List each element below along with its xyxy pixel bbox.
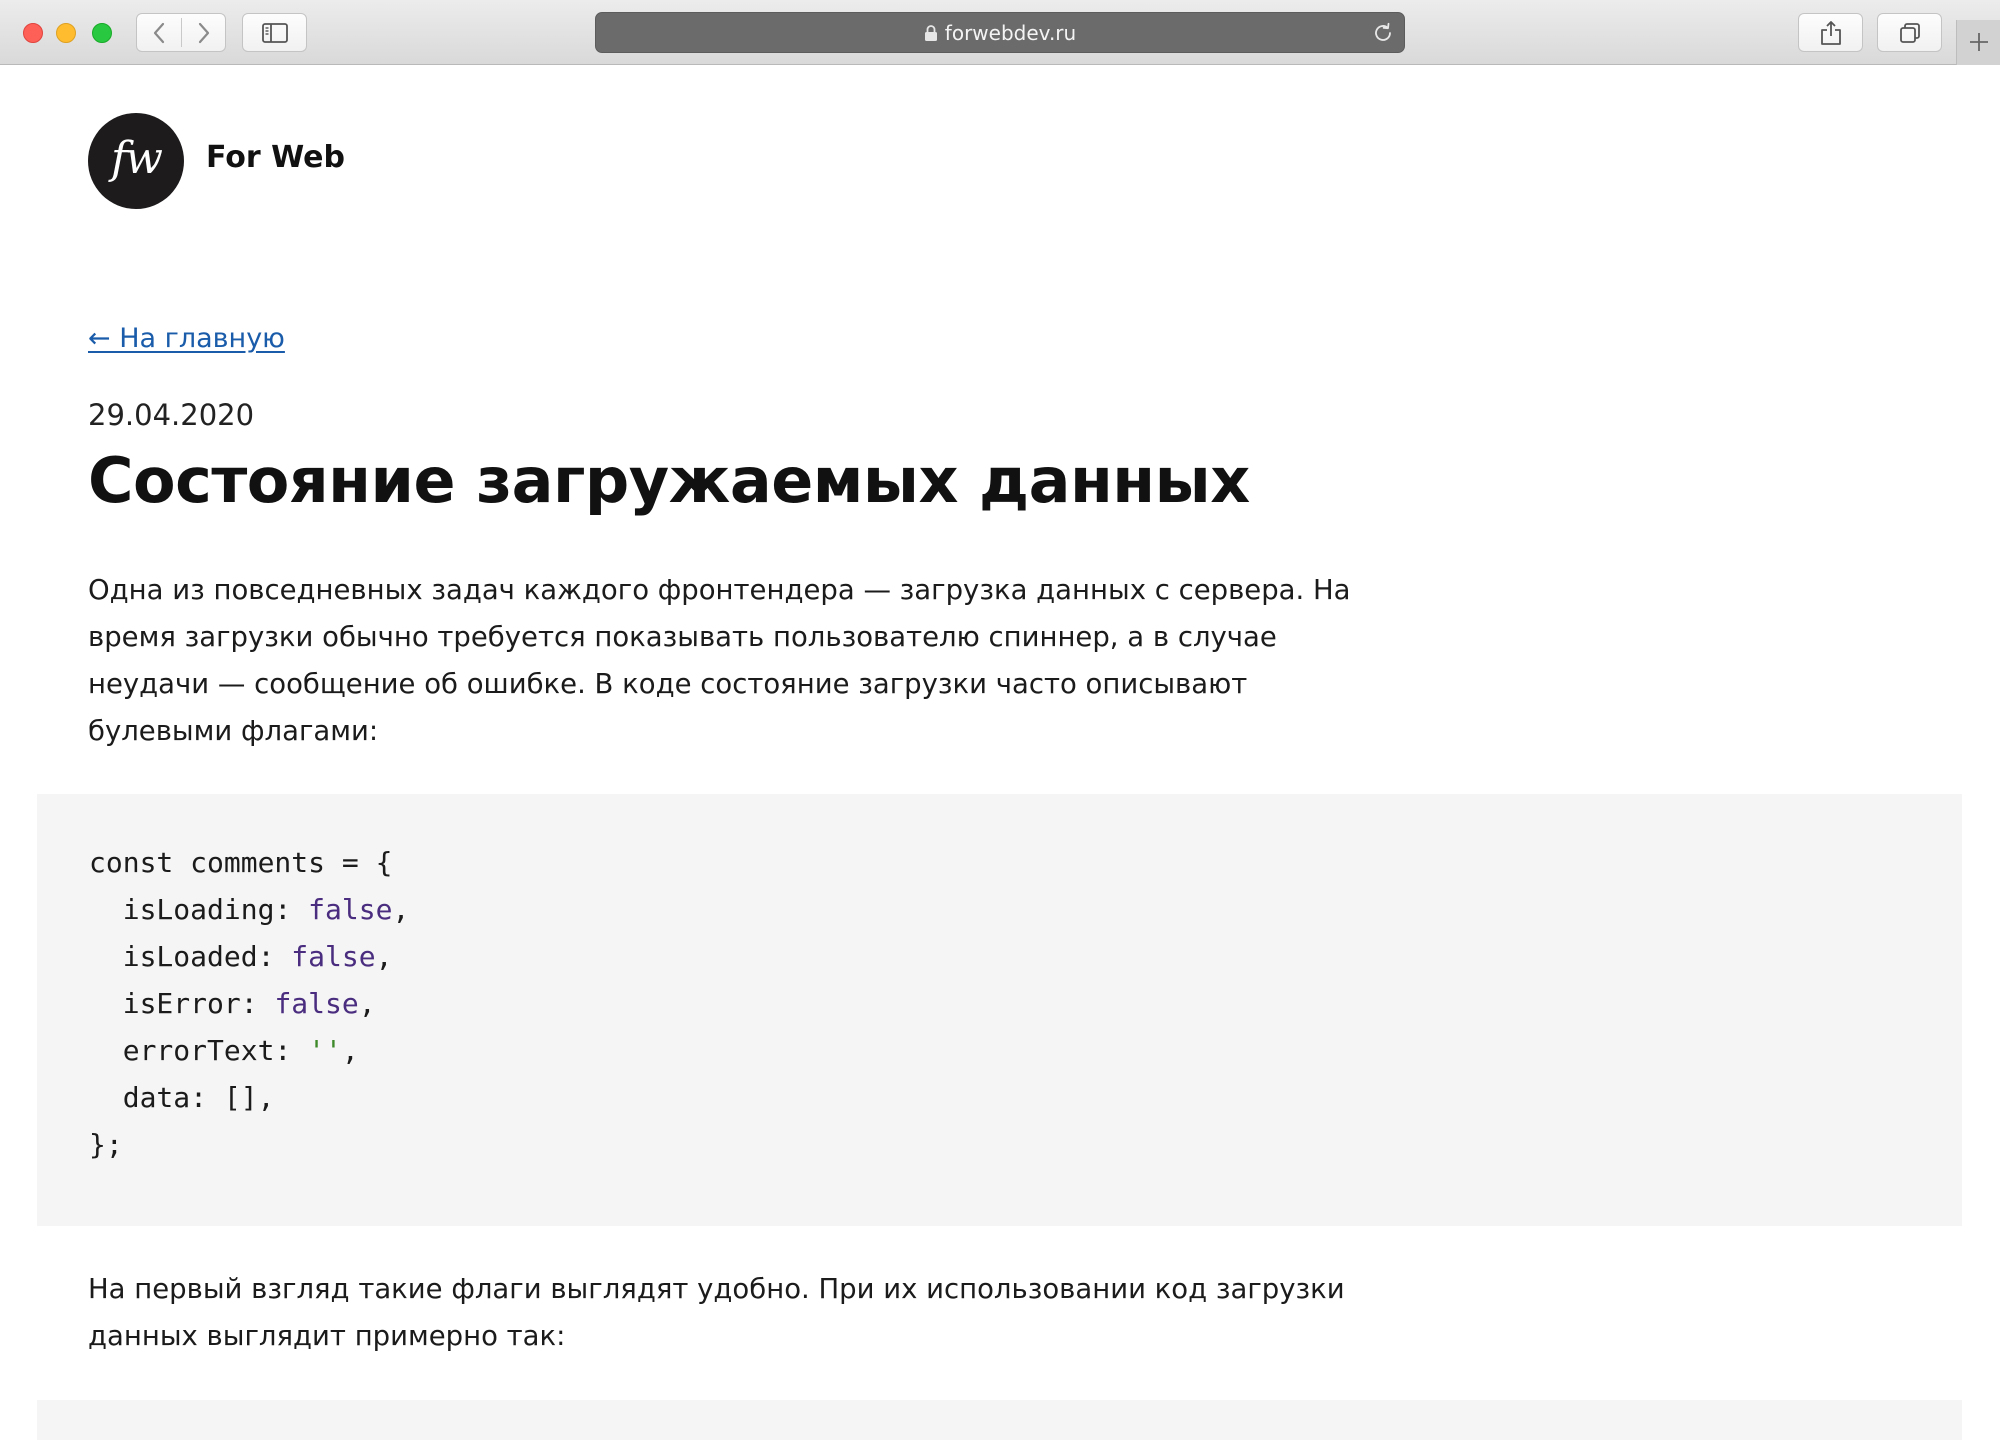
site-name[interactable]: For Web <box>206 140 345 175</box>
code-boolean: false <box>308 893 393 926</box>
code-block: const comments = { isLoading: false, isL… <box>37 794 1962 1226</box>
address-url: forwebdev.ru <box>944 20 1077 45</box>
post-date: 29.04.2020 <box>88 398 255 432</box>
code-key: isError: <box>89 987 275 1020</box>
back-button[interactable] <box>137 14 181 51</box>
code-block-next <box>37 1400 1962 1440</box>
code-comma: , <box>358 987 376 1020</box>
code-comma: , <box>392 893 410 926</box>
code-line: data: [], <box>89 1081 275 1114</box>
code-boolean: false <box>274 987 359 1020</box>
share-icon <box>1820 20 1841 45</box>
zoom-window-button[interactable] <box>92 23 112 43</box>
address-bar[interactable]: forwebdev.ru <box>595 12 1405 53</box>
address-content: forwebdev.ru <box>596 13 1404 52</box>
code-string: '' <box>308 1034 342 1067</box>
code-key: isLoading: <box>89 893 309 926</box>
code-comma: , <box>375 940 393 973</box>
chevron-right-icon <box>198 22 210 43</box>
tabs-overview-button[interactable] <box>1877 13 1942 52</box>
reload-icon[interactable] <box>1372 22 1394 44</box>
code-key: isLoaded: <box>89 940 292 973</box>
sidebar-button[interactable] <box>242 13 307 52</box>
new-tab-button[interactable] <box>1956 20 2000 65</box>
followup-paragraph: На первый взгляд такие флаги выглядят уд… <box>88 1273 1345 1352</box>
share-button[interactable] <box>1798 13 1863 52</box>
logo-monogram: fw <box>111 133 163 184</box>
tabs-icon <box>1899 22 1920 43</box>
post-title: Состояние загружаемых данных <box>88 444 1250 517</box>
lock-icon <box>924 24 937 41</box>
code-line: }; <box>89 1128 123 1161</box>
browser-toolbar: forwebdev.ru <box>0 0 2000 65</box>
code-comma: , <box>341 1034 359 1067</box>
code-listing: const comments = { isLoading: false, isL… <box>89 839 409 1168</box>
sidebar-icon <box>261 22 288 43</box>
site-logo[interactable]: fw <box>88 113 184 209</box>
plus-icon <box>1970 33 1988 51</box>
home-link[interactable]: ← На главную <box>88 323 285 354</box>
code-boolean: false <box>291 940 376 973</box>
close-window-button[interactable] <box>23 23 43 43</box>
code-line: const comments = { <box>89 846 393 879</box>
forward-button[interactable] <box>182 14 226 51</box>
minimize-window-button[interactable] <box>56 23 76 43</box>
navigation-buttons <box>136 13 226 52</box>
intro-paragraph: Одна из повседневных задач каждого фронт… <box>88 574 1351 747</box>
code-key: errorText: <box>89 1034 309 1067</box>
chevron-left-icon <box>153 22 165 43</box>
